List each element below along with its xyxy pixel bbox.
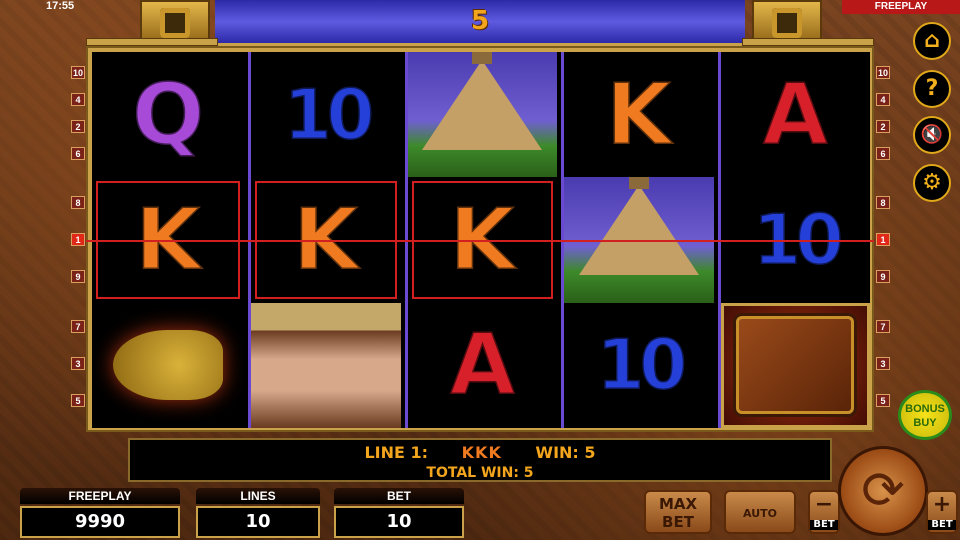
bet-minus-button[interactable]: − BET — [808, 490, 840, 534]
line-number-badge: 9 — [876, 270, 890, 283]
bet-value: 10 — [334, 506, 464, 538]
line-number-badge: 8 — [71, 196, 85, 209]
freeplay-counter: FREEPLAY 9990 — [20, 488, 180, 538]
line-number-badge: 1 — [876, 233, 890, 246]
symbol-a: A — [761, 64, 831, 165]
pyramid-shape — [422, 59, 543, 150]
bet-minus-label: BET — [810, 520, 838, 530]
symbol-10: 10 — [595, 324, 689, 407]
help-icon: ? — [925, 76, 939, 101]
help-button[interactable]: ? — [913, 70, 951, 108]
symbol-10: 10 — [282, 73, 376, 156]
auto-button[interactable]: AUTO — [724, 490, 796, 534]
line-number-badge: 3 — [876, 357, 890, 370]
line-number-badge: 1 — [71, 233, 85, 246]
symbol-cell — [407, 52, 558, 178]
clock: 17:55 — [46, 0, 75, 12]
symbol-cell: A — [721, 52, 870, 177]
lines-label: LINES — [196, 488, 320, 504]
symbol-k: K — [604, 64, 674, 165]
payline-1 — [86, 240, 874, 242]
line-number-badge: 6 — [876, 147, 890, 160]
reel-frame: Q K 10 K K A K 10 A 10 — [86, 46, 874, 432]
lines-counter: LINES 10 — [196, 488, 320, 538]
sound-button[interactable]: 🔇 — [913, 116, 951, 154]
bet-plus-button[interactable]: + BET — [926, 490, 958, 534]
symbol-cell — [92, 303, 244, 428]
bet-plus-label: BET — [928, 520, 956, 530]
symbol-book — [736, 316, 855, 415]
minus-icon: − — [814, 492, 834, 517]
win-number: 5 — [470, 6, 490, 36]
win-symbols: KKK — [461, 443, 502, 462]
freeplay-badge: FREEPLAY — [842, 0, 960, 14]
home-button[interactable]: ⌂ — [913, 22, 951, 60]
pyramid-temple — [628, 177, 649, 190]
plus-icon: + — [932, 492, 952, 517]
settings-button[interactable]: ⚙ — [913, 164, 951, 202]
line-number-badge: 7 — [876, 320, 890, 333]
total-win: TOTAL WIN: 5 — [426, 465, 534, 481]
spin-icon: ⟳ — [861, 461, 905, 521]
bet-label: BET — [334, 488, 464, 504]
freeplay-value: 9990 — [20, 506, 180, 538]
gear-icon: ⚙ — [922, 170, 942, 195]
symbol-fish — [113, 330, 224, 401]
line-number-badge: 2 — [876, 120, 890, 133]
ledge-right — [742, 38, 874, 46]
symbol-cell: Q — [92, 52, 244, 177]
symbol-cell — [251, 302, 401, 428]
sound-muted-icon: 🔇 — [920, 124, 944, 145]
line-number-badge: 4 — [876, 93, 890, 106]
spin-button[interactable]: ⟳ — [838, 446, 928, 536]
line-number-badge: 4 — [71, 93, 85, 106]
line-number-badge: 7 — [71, 320, 85, 333]
win-line-row: LINE 1: KKK WIN: 5 — [130, 443, 830, 462]
symbol-explorer — [251, 302, 401, 428]
bonus-buy-button[interactable]: BONUS BUY — [898, 390, 952, 440]
bet-counter: BET 10 — [334, 488, 464, 538]
line-number-badge: 10 — [876, 66, 890, 79]
freeplay-label: FREEPLAY — [20, 488, 180, 504]
line-number-badge: 3 — [71, 357, 85, 370]
line-number-badge: 2 — [71, 120, 85, 133]
lines-value: 10 — [196, 506, 320, 538]
max-bet-button[interactable]: MAX BET — [644, 490, 712, 534]
symbol-a: A — [448, 315, 518, 416]
ledge-left — [86, 38, 218, 46]
symbol-cell: K — [564, 52, 713, 177]
top-banner: 5 — [215, 0, 745, 46]
symbol-cell: A — [408, 303, 557, 428]
pyramid-shape — [578, 185, 699, 276]
home-icon: ⌂ — [924, 28, 940, 53]
line-number-badge: 8 — [876, 196, 890, 209]
line-number-badge: 5 — [876, 394, 890, 407]
line-number-badge: 9 — [71, 270, 85, 283]
win-amount: WIN: 5 — [535, 443, 596, 462]
line-label: LINE 1: — [364, 443, 429, 462]
pyramid-temple — [472, 52, 493, 64]
auto-label: AUTO — [743, 507, 777, 520]
line-number-badge: 6 — [71, 147, 85, 160]
symbol-cell: 10 — [251, 52, 400, 177]
line-number-badge: 10 — [71, 66, 85, 79]
symbol-cell — [720, 302, 870, 428]
symbol-q: Q — [130, 64, 206, 165]
symbol-cell: 10 — [564, 303, 713, 428]
win-info-bar: LINE 1: KKK WIN: 5 TOTAL WIN: 5 — [128, 438, 832, 482]
line-number-badge: 5 — [71, 394, 85, 407]
